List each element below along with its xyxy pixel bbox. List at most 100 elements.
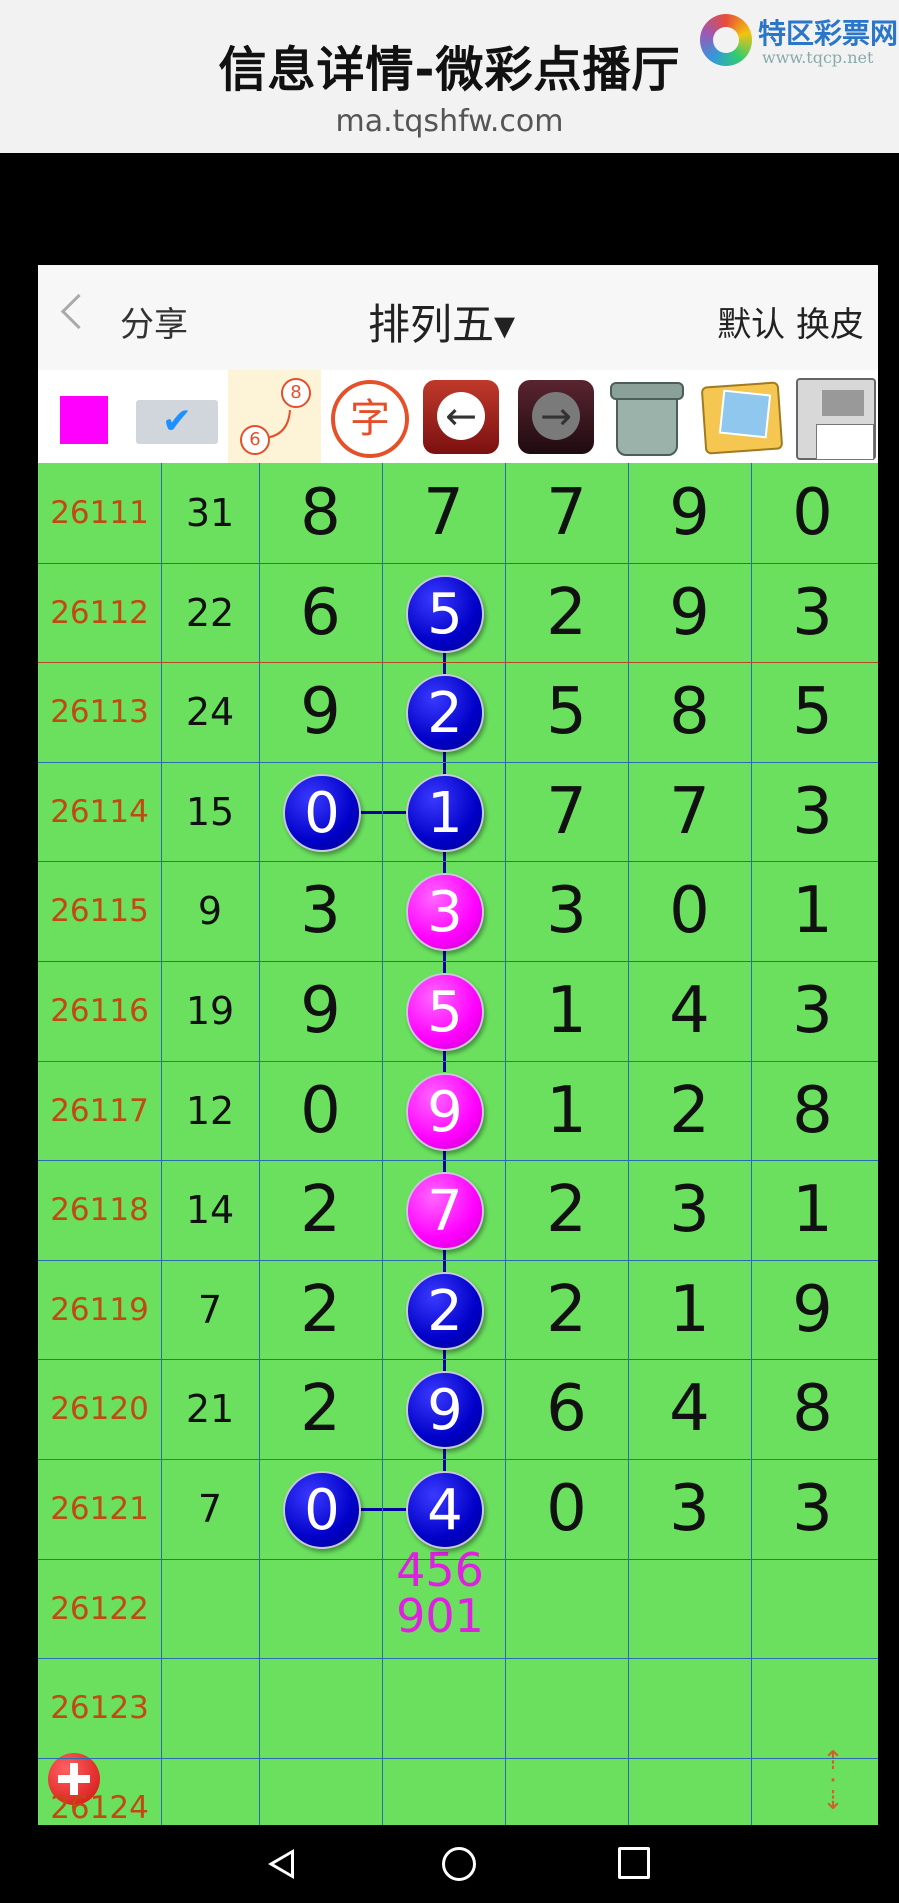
draw-digit: 7 [546,774,587,849]
character-icon[interactable]: 字 [323,370,416,463]
issue-number: 26122 [50,1590,149,1627]
app-frame: 分享 排列五▾ 默认 换皮 ✔ 8 6 字 ← → 456 901 ⇡ · ⇣ … [38,265,878,1825]
highlighted-digit-ball: 2 [406,1272,484,1350]
draw-digit: 9 [792,1272,833,1347]
draw-digit: 1 [546,973,587,1048]
highlighted-digit-ball: 0 [283,774,361,852]
draw-digit [259,1758,382,1825]
draw-digit: 3 [546,873,587,948]
app-navbar: 分享 排列五▾ 默认 换皮 [38,265,878,370]
highlighted-digit-ball: 9 [406,1073,484,1151]
draw-digit: 3 [792,973,833,1048]
character-label: 字 [331,380,409,458]
photo-album-icon[interactable] [693,370,786,463]
draw-digit [505,1658,628,1757]
draw-digit: 0 [792,475,833,550]
issue-number: 26115 [50,892,149,929]
draw-digit [751,1758,874,1825]
issue-number: 26114 [50,793,149,830]
nav-home-icon[interactable] [442,1847,476,1881]
lottery-type-dropdown[interactable]: 排列五▾ [368,291,515,352]
digit-sum [161,1559,259,1658]
color-swatch-button[interactable] [60,396,108,444]
highlighted-digit-ball: 4 [406,1471,484,1549]
draw-digit: 6 [546,1371,587,1446]
issue-number: 26119 [50,1291,149,1328]
logo-text: 特区彩票网 [758,17,899,50]
draw-digit [628,1559,751,1658]
draw-digit: 4 [669,1371,710,1446]
logo-swirl-icon [700,14,752,66]
draw-digit: 9 [300,973,341,1048]
digit-sum: 24 [185,689,235,734]
draw-digit: 1 [669,1272,710,1347]
trash-icon[interactable] [598,370,691,463]
highlighted-digit-ball: 5 [406,973,484,1051]
draw-digit [259,1658,382,1757]
highlighted-digit-ball: 7 [406,1172,484,1250]
highlighted-digit-ball: 0 [283,1471,361,1549]
highlighted-digit-ball: 2 [406,674,484,752]
highlighted-digit-ball: 1 [406,774,484,852]
draw-digit: 8 [792,1371,833,1446]
draw-digit: 5 [546,674,587,749]
default-skin-button[interactable]: 默认 换皮 [717,297,864,346]
nav-back-icon[interactable] [268,1849,294,1879]
draw-digit: 3 [792,774,833,849]
draw-digit [628,1658,751,1757]
check-icon[interactable]: ✔ [136,400,218,444]
draw-digit: 4 [669,973,710,1048]
draw-digit [628,1758,751,1825]
toolbar: ✔ 8 6 字 ← → [38,370,878,463]
digit-sum: 22 [185,590,235,635]
draw-digit: 6 [300,575,341,650]
share-button[interactable]: 分享 [120,297,188,346]
draw-digit [259,1559,382,1658]
digit-sum: 12 [185,1088,235,1133]
issue-number: 26118 [50,1191,149,1228]
draw-digit: 5 [792,674,833,749]
issue-number: 26123 [50,1689,149,1726]
draw-digit: 1 [792,873,833,948]
draw-digit: 7 [546,475,587,550]
logo-subtext: www.tqcp.net [762,48,874,67]
draw-digit: 8 [300,475,341,550]
draw-digit: 8 [792,1073,833,1148]
draw-digit: 7 [669,774,710,849]
system-nav-bar [0,1825,899,1903]
draw-digit [382,1758,505,1825]
draw-digit: 9 [669,475,710,550]
site-logo: 特区彩票网 www.tqcp.net [700,10,898,70]
highlighted-digit-ball: 3 [406,873,484,951]
save-disk-icon[interactable] [788,370,878,463]
draw-digit: 2 [669,1073,710,1148]
draw-digit [382,1559,505,1658]
draw-digit: 0 [546,1471,587,1546]
issue-number: 26112 [50,594,149,631]
draw-digit: 3 [792,575,833,650]
draw-digit: 8 [669,674,710,749]
issue-number: 26120 [50,1390,149,1427]
previous-arrow-icon[interactable]: ← [423,380,499,454]
back-chevron-icon[interactable] [60,293,97,330]
digit-sum [161,1658,259,1757]
highlighted-digit-ball: 5 [406,575,484,653]
draw-digit: 9 [669,575,710,650]
digit-sum: 31 [185,490,235,535]
draw-digit: 2 [300,1371,341,1446]
route-icon[interactable]: 8 6 [228,370,321,463]
digit-sum [161,1758,259,1825]
issue-number: 26113 [50,693,149,730]
draw-digit [382,1658,505,1757]
issue-number: 26111 [50,494,149,531]
digit-sum: 7 [197,1287,223,1332]
route-start-label: 6 [240,425,270,455]
draw-digit: 2 [546,1272,587,1347]
draw-digit: 7 [423,475,464,550]
route-end-label: 8 [281,378,311,408]
digit-sum: 7 [197,1486,223,1531]
digit-sum: 15 [185,789,235,834]
nav-recent-icon[interactable] [618,1847,650,1879]
next-arrow-icon[interactable]: → [518,380,594,454]
draw-digit [505,1559,628,1658]
